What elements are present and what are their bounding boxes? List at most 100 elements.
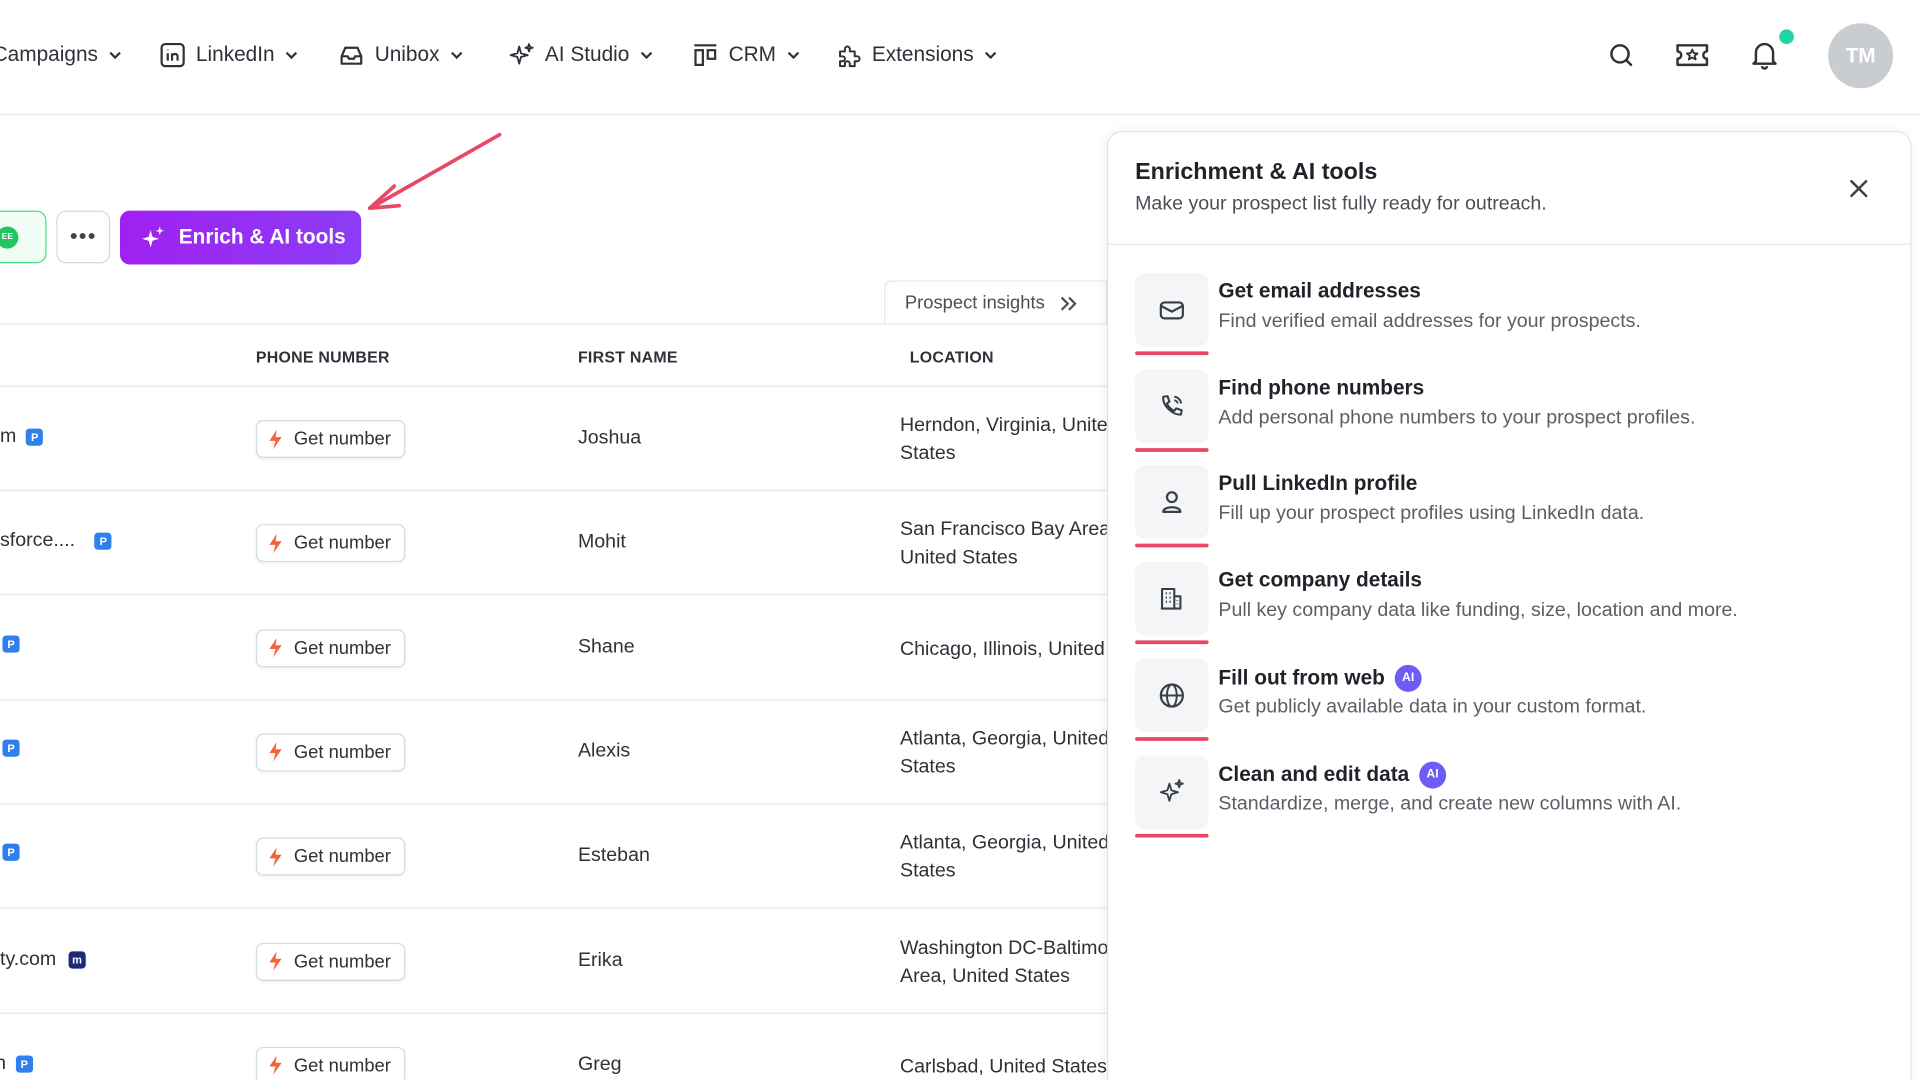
- table-row[interactable]: ty.com m Get number Erika Washington DC-Balt…: [0, 909, 1107, 1014]
- tool-title-text: Find phone numbers: [1218, 375, 1425, 400]
- chevron-down-icon: [286, 51, 298, 60]
- table-row[interactable]: P Get number Alexis Atlanta, Georgia, Unite…: [0, 700, 1107, 805]
- sparkles-icon: [1135, 755, 1209, 829]
- get-number-button[interactable]: Get number: [255, 942, 406, 981]
- tool-highlight-bar: [1135, 833, 1209, 838]
- enrichment-panel: Enrichment & AI tools Make your prospect…: [1106, 131, 1912, 1080]
- table-row[interactable]: P Get number Esteban Atlanta, Georgia, Unit…: [0, 805, 1107, 909]
- get-number-label: Get number: [293, 637, 391, 659]
- first-name-cell: Erika: [577, 949, 623, 971]
- source-badge: P: [2, 635, 20, 653]
- tool-title-text: Get email addresses: [1218, 279, 1421, 303]
- chevron-down-icon: [787, 51, 799, 60]
- source-badge: P: [15, 1055, 33, 1073]
- nav-ai-studio[interactable]: AI Studio: [508, 37, 654, 74]
- prospect-insights-button[interactable]: Prospect insights: [884, 280, 1107, 325]
- first-name-cell: Alexis: [577, 740, 631, 762]
- ai-badge: AI: [1394, 664, 1422, 692]
- email-cell[interactable]: P: [0, 739, 20, 757]
- nav-linkedin-label: LinkedIn: [195, 42, 275, 67]
- location-cell: Washington DC-Baltimore Area, United Sta…: [900, 937, 1107, 987]
- tool-highlight-bar: [1135, 448, 1209, 452]
- get-number-button[interactable]: Get number: [255, 837, 406, 876]
- get-number-label: Get number: [293, 1055, 391, 1077]
- tool-title-text: Pull LinkedIn profile: [1218, 471, 1418, 495]
- first-name-cell: Joshua: [577, 427, 642, 449]
- puzzle-icon: [839, 45, 861, 68]
- nav-unibox[interactable]: Unibox: [338, 37, 464, 74]
- more-icon: •••: [69, 224, 97, 249]
- get-number-button[interactable]: Get number: [255, 628, 406, 667]
- chevron-down-icon: [109, 51, 121, 60]
- table-row[interactable]: m P Get number Joshua Herndon, Virginia, Uni…: [0, 387, 1107, 492]
- notifications-button[interactable]: [1746, 37, 1783, 74]
- email-cell[interactable]: mP: [0, 426, 44, 448]
- panel-subtitle: Make your prospect list fully ready for …: [1135, 193, 1547, 215]
- linkedin-icon: [160, 42, 185, 68]
- tool-title: Get email addresses: [1218, 279, 1421, 303]
- chevron-down-icon: [450, 51, 463, 60]
- building-icon: [1135, 562, 1209, 636]
- email-text: ty.com: [0, 948, 57, 970]
- lightning-icon: [269, 951, 282, 972]
- tool-description: Get publicly available data in your cust…: [1218, 696, 1647, 718]
- nav-crm[interactable]: CRM: [692, 37, 801, 74]
- enrichment-tool-item[interactable]: Get email addresses Find verified email a…: [1135, 273, 1894, 359]
- search-button[interactable]: [1603, 37, 1640, 74]
- enrichment-tool-item[interactable]: Pull LinkedIn profile Fill up your prospe…: [1135, 465, 1894, 551]
- get-number-label: Get number: [293, 950, 391, 972]
- enrichment-tool-item[interactable]: Fill out from web AI Get publicly availabl…: [1135, 658, 1894, 745]
- panel-header: Enrichment & AI tools Make your prospect…: [1108, 132, 1911, 245]
- email-cell[interactable]: ty.com m: [0, 948, 86, 970]
- enrichment-tool-item[interactable]: Find phone numbers Add personal phone num…: [1135, 369, 1894, 456]
- tool-highlight-bar: [1135, 737, 1209, 741]
- close-icon[interactable]: [1845, 175, 1872, 202]
- nav-extensions[interactable]: Extensions: [835, 37, 998, 74]
- first-name-cell: Greg: [577, 1054, 622, 1075]
- table-row[interactable]: nP Get number Greg Carlsbad, United States: [0, 1014, 1107, 1080]
- lightning-icon: [269, 638, 282, 658]
- source-badge: P: [2, 739, 20, 757]
- avatar[interactable]: TM: [1828, 23, 1894, 89]
- tool-title: Pull LinkedIn profile: [1218, 471, 1417, 495]
- annotation-arrow: [367, 132, 502, 211]
- rewards-button[interactable]: [1674, 37, 1711, 74]
- tool-title-text: Get company details: [1218, 568, 1422, 592]
- header-location[interactable]: LOCATION: [910, 348, 994, 366]
- email-cell[interactable]: P: [0, 843, 20, 862]
- nav-linkedin[interactable]: LinkedIn: [159, 37, 299, 74]
- email-text: sforce....: [0, 530, 76, 552]
- search-icon: [1610, 44, 1633, 67]
- enrich-ai-tools-button[interactable]: Enrich & AI tools: [120, 210, 362, 265]
- get-number-button[interactable]: Get number: [255, 733, 406, 772]
- more-options-button[interactable]: •••: [56, 210, 111, 264]
- first-name-cell: Esteban: [577, 845, 650, 866]
- header-phone-number[interactable]: PHONE NUMBER: [256, 348, 390, 366]
- enrichment-tool-item[interactable]: Clean and edit data AI Standardize, merge,…: [1135, 755, 1894, 842]
- tool-title: Clean and edit data AI: [1218, 761, 1446, 789]
- nav-campaigns[interactable]: Campaigns: [0, 37, 122, 74]
- email-cell[interactable]: nP: [0, 1053, 33, 1075]
- get-number-button[interactable]: Get number: [255, 524, 406, 563]
- enrichment-tool-item[interactable]: Get company details Pull key company data…: [1135, 562, 1894, 648]
- tool-highlight-bar: [1135, 351, 1209, 356]
- email-cell[interactable]: P: [0, 635, 20, 653]
- header-first-name[interactable]: FIRST NAME: [578, 348, 678, 366]
- tool-description: Standardize, merge, and create new colum…: [1218, 793, 1682, 815]
- notification-dot: [1776, 26, 1797, 47]
- location-cell: Atlanta, Georgia, United States: [900, 832, 1107, 882]
- status-filter-button[interactable]: EE: [0, 210, 47, 264]
- get-number-button[interactable]: Get number: [255, 1046, 406, 1080]
- lightning-icon: [269, 1055, 282, 1076]
- table-row[interactable]: sforce.... P Get number Mohit San Francisco …: [0, 491, 1107, 596]
- phone-icon: [1135, 369, 1209, 444]
- ticket-star-icon: [1676, 44, 1709, 67]
- envelope-icon: [1135, 273, 1209, 347]
- table-row[interactable]: P Get number Shane Chicago, Illinois, Unite…: [0, 596, 1107, 700]
- get-number-button[interactable]: Get number: [255, 420, 406, 458]
- tool-description: Fill up your prospect profiles using Lin…: [1218, 503, 1645, 525]
- email-cell[interactable]: sforce.... P: [0, 531, 112, 553]
- source-badge: P: [26, 428, 44, 446]
- table-header: PHONE NUMBER FIRST NAME LOCATION: [0, 323, 1107, 387]
- prospect-insights-label: Prospect insights: [904, 292, 1045, 314]
